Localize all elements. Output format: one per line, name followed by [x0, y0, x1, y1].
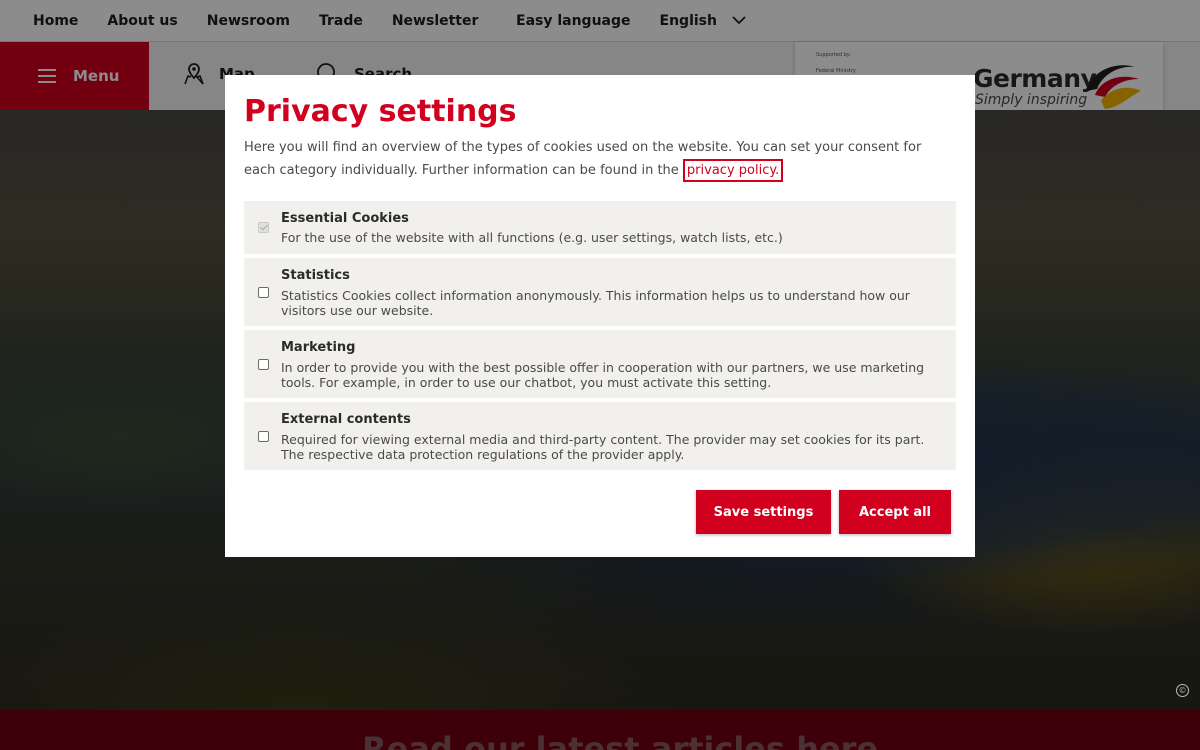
category-description: Statistics Cookies collect information a…	[281, 288, 910, 318]
statistics-checkbox[interactable]	[258, 287, 269, 298]
category-description: For the use of the website with all func…	[281, 230, 783, 245]
essential-checkbox	[258, 222, 269, 233]
cookie-category-statistics: Statistics Statistics Cookies collect in…	[244, 258, 956, 326]
external-contents-checkbox[interactable]	[258, 431, 269, 442]
dialog-title: Privacy settings	[244, 94, 517, 129]
copyright-icon[interactable]: ©	[1176, 684, 1189, 697]
marketing-checkbox[interactable]	[258, 359, 269, 370]
cookie-category-marketing: Marketing In order to provide you with t…	[244, 330, 956, 398]
privacy-settings-dialog: Privacy settings Here you will find an o…	[225, 75, 975, 557]
privacy-policy-link[interactable]: privacy policy.	[682, 159, 784, 182]
save-settings-button[interactable]: Save settings	[696, 490, 831, 534]
category-title: Essential Cookies	[281, 211, 409, 226]
category-title: Marketing	[281, 340, 356, 355]
category-description: In order to provide you with the best po…	[281, 360, 925, 390]
dialog-intro: Here you will find an overview of the ty…	[244, 136, 944, 182]
category-title: Statistics	[281, 268, 350, 283]
cookie-category-essential: Essential Cookies For the use of the web…	[244, 201, 956, 254]
intro-text: Here you will find an overview of the ty…	[244, 140, 922, 178]
category-title: External contents	[281, 412, 411, 427]
category-description: Required for viewing external media and …	[281, 432, 925, 462]
cookie-category-external: External contents Required for viewing e…	[244, 402, 956, 470]
accept-all-button[interactable]: Accept all	[839, 490, 951, 534]
